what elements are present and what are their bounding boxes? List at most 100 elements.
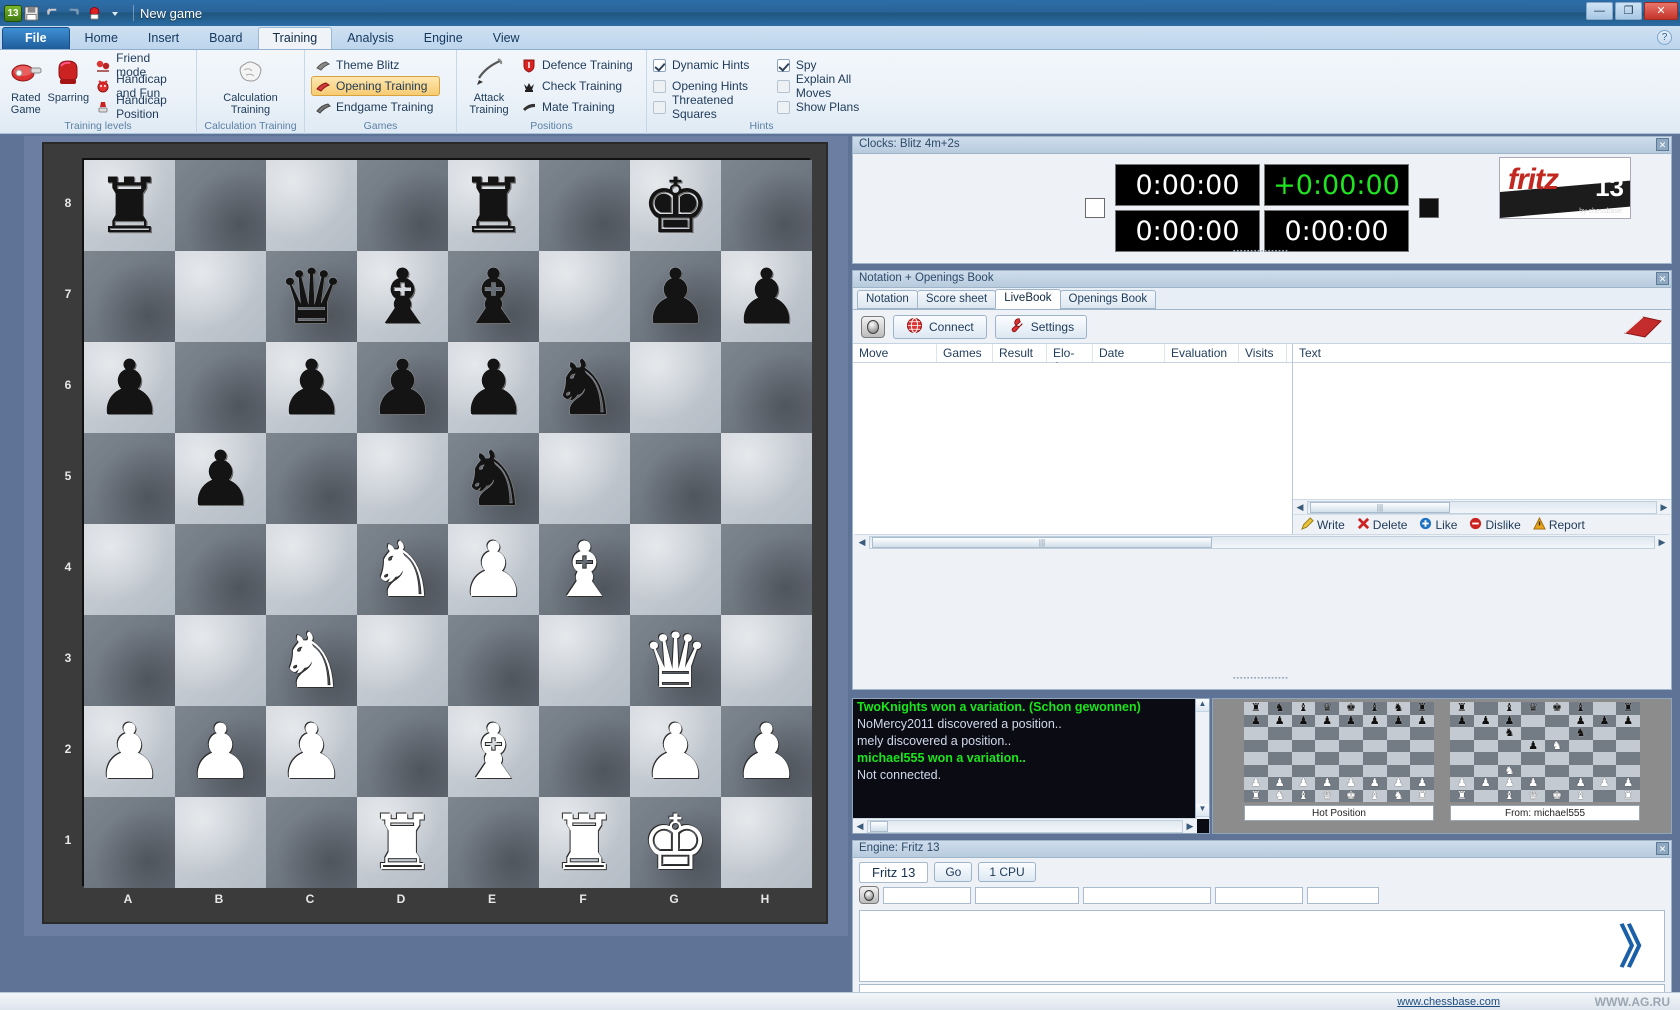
chess-piece[interactable]: ♝ [357,251,448,342]
tab-view[interactable]: View [478,27,535,49]
scroll-right-icon[interactable]: ▶ [1183,821,1197,832]
report-button[interactable]: Report [1529,516,1589,533]
chess-piece[interactable]: ♜ [539,797,630,888]
chess-piece[interactable]: ♜ [357,797,448,888]
livebook-chat-log[interactable]: TwoKnights won a variation. (Schon gewon… [852,698,1210,834]
col-visits[interactable]: Visits [1239,344,1287,362]
text-pane-hscrollbar[interactable]: ◀ ||| ▶ [1293,499,1671,514]
board-square[interactable] [721,615,812,706]
tab-file[interactable]: File [2,27,70,49]
scroll-left-icon[interactable]: ◀ [1293,502,1307,513]
dislike-button[interactable]: Dislike [1465,517,1524,533]
board-square[interactable] [721,160,812,251]
board-square[interactable] [721,342,812,433]
dropdown-icon[interactable] [106,4,124,22]
calculation-training-button[interactable]: Calculation Training [203,53,298,116]
board-square[interactable] [84,433,175,524]
board-square[interactable] [357,160,448,251]
chess-piece[interactable]: ♜ [448,160,539,251]
board-square[interactable] [539,433,630,524]
close-panel-icon[interactable]: ✕ [1656,272,1669,285]
chess-piece[interactable]: ♟ [448,342,539,433]
chess-piece[interactable]: ♚ [630,160,721,251]
board-square[interactable] [539,706,630,797]
defence-training-button[interactable]: Defence Training [517,55,640,75]
moves-grid-body[interactable] [853,363,1292,534]
rated-game-button[interactable]: Rated Game [6,53,46,116]
board-square[interactable] [721,797,812,888]
mini-board-grid[interactable]: ♜ ♞ ♝ ♛ ♚ ♝ ♞ ♜ ♟ ♟ ♟ ♟ ♟ ♟ ♟ ♟ ♟ ♟ ♟ ♟ ♟ ♟ ♟ ♟ ♜ ♞ ♝ ♛ ♚ ♝ ♞ ♜ [1244,701,1434,802]
mini-board-hot-position[interactable]: ♜ ♞ ♝ ♛ ♚ ♝ ♞ ♜ ♟ ♟ ♟ ♟ ♟ ♟ ♟ ♟ ♟ ♟ ♟ ♟ ♟ ♟ ♟ ♟ ♜ ♞ ♝ ♛ ♚ ♝ ♞ ♜ Hot Pos… [1244,701,1434,833]
tab-notation[interactable]: Notation [857,290,918,309]
chess-piece[interactable]: ♟ [84,706,175,797]
chess-piece[interactable]: ♟ [84,342,175,433]
engine-go-button[interactable]: Go [934,862,973,882]
sparring-button[interactable]: Sparring [48,53,89,104]
book-icon[interactable] [1623,313,1663,339]
checkbox-dynamic-hints[interactable]: Dynamic Hints [653,55,759,75]
chess-piece[interactable]: ♜ [84,160,175,251]
engine-output-main[interactable] [859,910,1665,982]
handicap-position-button[interactable]: Handicap Position [91,93,190,121]
board-square[interactable] [84,524,175,615]
mate-training-button[interactable]: Mate Training [517,97,640,117]
clocks-splitter-grip[interactable]: ▪▪▪▪▪▪▪▪▪▪▪▪▪▪▪▪ [1233,248,1289,255]
minimize-button[interactable]: — [1586,2,1613,20]
write-button[interactable]: Write [1297,516,1349,533]
board-square[interactable] [175,615,266,706]
board-square[interactable] [721,433,812,524]
next-arrow-icon[interactable]: 》 [1619,924,1665,970]
board-square[interactable] [539,160,630,251]
chat-vscrollbar[interactable]: ▲ ▼ [1195,699,1209,819]
chess-piece[interactable]: ♟ [266,342,357,433]
board-square[interactable] [357,706,448,797]
chess-piece[interactable]: ♟ [630,251,721,342]
tab-board[interactable]: Board [194,27,257,49]
chess-piece[interactable]: ♞ [539,342,630,433]
board-square[interactable] [630,342,721,433]
opening-hints-checkbox-icon[interactable] [653,79,666,93]
board-square[interactable] [266,797,357,888]
explain-all-moves-checkbox-icon[interactable] [776,79,790,93]
col-move[interactable]: Move [853,344,937,362]
scroll-down-icon[interactable]: ▼ [1196,804,1209,817]
checkbox-threatened-squares[interactable]: Threatened Squares [653,93,759,121]
col-elo-av[interactable]: Elo-Av [1047,344,1093,374]
close-button[interactable]: ✕ [1644,2,1678,20]
like-button[interactable]: Like [1415,517,1461,533]
save-icon[interactable] [22,4,40,22]
engine-field-3[interactable] [1083,886,1211,904]
engine-name-button[interactable]: Fritz 13 [859,861,929,883]
mini-board-grid[interactable]: ♜ ♝ ♛ ♚ ♝ ♜ ♟ ♟ ♟ ♟ ♟ ♟ ♞ ♞ ♟ ♞ ♞ ♟ ♟ ♟ ♟ ♟ ♟ ♟ ♜ ♝ ♛ ♚ ♝ ♜ [1450,701,1640,802]
chat-scroll-thumb[interactable] [870,820,888,832]
engine-field-2[interactable] [975,886,1079,904]
board-square[interactable] [266,160,357,251]
board-square[interactable] [175,797,266,888]
scroll-right-icon[interactable]: ▶ [1655,537,1669,548]
chat-scroll-track[interactable] [867,819,1183,833]
redo-icon[interactable] [64,4,82,22]
col-evaluation[interactable]: Evaluation [1165,344,1239,362]
board-square[interactable] [84,615,175,706]
chess-piece[interactable]: ♟ [721,706,812,797]
tab-engine[interactable]: Engine [409,27,478,49]
chess-piece[interactable]: ♛ [630,615,721,706]
chess-piece[interactable]: ♟ [266,706,357,797]
settings-button[interactable]: Settings [994,314,1088,339]
chess-piece[interactable]: ♝ [448,706,539,797]
help-icon[interactable]: ? [1657,30,1672,45]
board-square[interactable] [448,615,539,706]
scroll-left-icon[interactable]: ◀ [853,821,867,832]
chess-piece[interactable]: ♞ [266,615,357,706]
close-panel-icon[interactable]: ✕ [1656,842,1669,855]
board-square[interactable] [175,524,266,615]
opening-training-button[interactable]: Opening Training [311,76,441,96]
text-scroll-thumb[interactable]: ||| [1310,501,1450,513]
engine-field-4[interactable] [1215,886,1303,904]
engine-field-1[interactable] [883,886,971,904]
check-training-button[interactable]: Check Training [517,76,640,96]
chat-hscrollbar[interactable]: ◀ ▶ [853,818,1197,833]
col-result[interactable]: Result [993,344,1047,362]
board-square[interactable] [84,251,175,342]
board-square[interactable] [539,615,630,706]
